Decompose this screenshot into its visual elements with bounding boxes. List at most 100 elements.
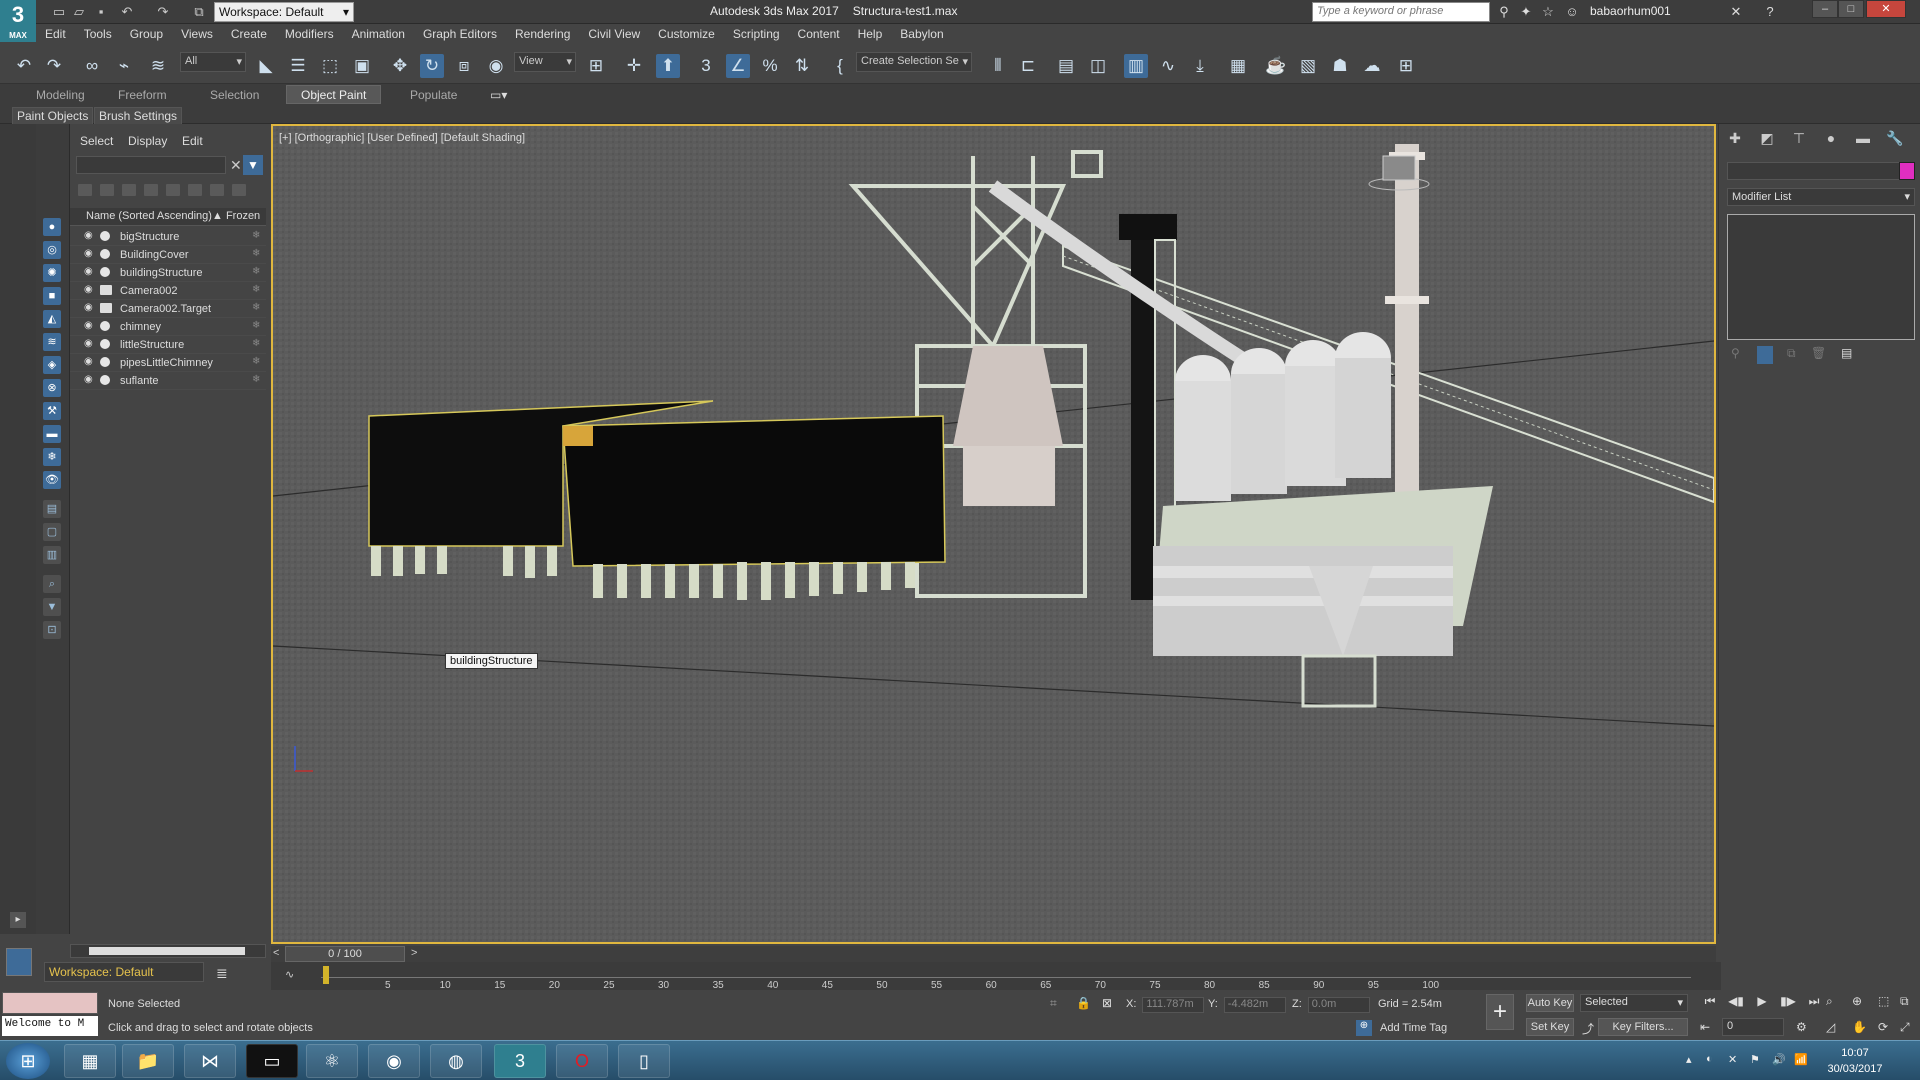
undo-icon[interactable]: ↶ [118,3,136,21]
modifier-stack[interactable] [1727,214,1915,340]
scene-menu-select[interactable]: Select [80,134,113,148]
visibility-eye-icon[interactable]: ◉ [84,248,96,260]
unlink-icon[interactable]: ⌁ [112,54,136,78]
close-window-button[interactable]: ✕ [1866,0,1906,18]
filter-funnel-icon[interactable]: ▼ [243,155,263,175]
delete-icon[interactable] [210,184,224,196]
taskbar-atom-icon[interactable]: ⚛ [306,1044,358,1078]
show-end-result-icon[interactable] [1757,346,1773,364]
render-setup-icon[interactable]: ☕ [1264,54,1288,78]
geometry-object-icon[interactable] [100,375,110,385]
exchange-apps-icon[interactable]: ✕ [1726,3,1746,21]
visibility-eye-icon[interactable]: ◉ [84,320,96,332]
menu-scripting[interactable]: Scripting [724,24,789,44]
sync-selection-icon[interactable]: ⌕ [43,575,61,593]
tray-expand-icon[interactable]: ▴ [1686,1053,1692,1066]
maxscript-mini-listener[interactable] [2,992,98,1014]
mirror-icon[interactable]: ⫴ [986,54,1010,78]
snaps-toggle-icon[interactable]: 3 [694,54,718,78]
geometry-object-icon[interactable] [100,357,110,367]
toggle-ribbon-icon[interactable]: ▥ [1124,54,1148,78]
create-tab-icon[interactable]: ✚ [1725,130,1745,148]
scene-menu-display[interactable]: Display [128,134,167,148]
brush-settings-button[interactable]: Brush Settings [94,107,183,125]
help-search-input[interactable]: Type a keyword or phrase [1312,2,1490,22]
curve-editor-mini-icon[interactable]: ∿ [285,968,294,981]
add-to-layer-icon[interactable] [144,184,158,196]
help-icon[interactable]: ? [1760,3,1780,21]
visibility-eye-icon[interactable]: ◉ [84,284,96,296]
save-icon[interactable]: ▪ [92,3,110,21]
zoom-extents-icon[interactable]: ⬚ [1878,994,1889,1008]
display-none-icon[interactable]: ▢ [43,523,61,541]
move-icon[interactable]: ✥ [388,54,412,78]
display-groups-icon[interactable]: ◈ [43,356,61,374]
absolute-mode-icon[interactable]: ⊠ [1102,996,1112,1010]
scene-object-row[interactable]: ◉ Camera002 ❄ [70,282,266,300]
taskbar-terminal-icon[interactable]: ▭ [246,1044,298,1078]
taskbar-file-explorer-icon[interactable]: 📁 [122,1044,174,1078]
go-to-end-icon[interactable]: ⏭ [1804,994,1824,1012]
visibility-eye-icon[interactable]: ◉ [84,356,96,368]
isolate-selection-icon[interactable]: ⌗ [1050,996,1057,1011]
move-down-icon[interactable] [188,184,202,196]
scene-menu-edit[interactable]: Edit [182,134,203,148]
align-icon[interactable]: ⊏ [1016,54,1040,78]
display-xrefs-icon[interactable]: ⊗ [43,379,61,397]
welcome-listener-line[interactable]: Welcome to M [2,1016,98,1036]
time-slider-thumb[interactable]: 0 / 100 [285,946,405,962]
binoculars-icon[interactable]: ⚲ [1494,3,1514,21]
motion-tab-icon[interactable]: ● [1821,130,1841,148]
tab-selection[interactable]: Selection [210,88,259,102]
link-icon[interactable]: ∞ [80,54,104,78]
scene-object-row[interactable]: ◉ pipesLittleChimney ❄ [70,354,266,372]
play-icon[interactable]: ▶ [1752,994,1772,1012]
taskbar-chrome-icon[interactable]: ◉ [368,1044,420,1078]
display-cameras-icon[interactable]: ■ [43,287,61,305]
display-geometry-icon[interactable]: ● [43,218,61,236]
scene-object-row[interactable]: ◉ chimney ❄ [70,318,266,336]
material-editor-icon[interactable]: ▦ [1226,54,1250,78]
new-file-icon[interactable]: ▭ [50,3,68,21]
angle-snap-icon[interactable]: ∠ [726,54,750,78]
make-unique-icon[interactable]: ⧉ [1787,346,1796,361]
menu-modifiers[interactable]: Modifiers [276,24,343,44]
scene-object-row[interactable]: ◉ littleStructure ❄ [70,336,266,354]
pin-stack-icon[interactable]: ⚲ [1731,346,1740,360]
edit-named-selection-icon[interactable]: { [828,54,852,78]
menu-create[interactable]: Create [222,24,276,44]
previous-frame-icon[interactable]: ◀▮ [1726,994,1746,1012]
display-frozen-icon[interactable]: ❄ [43,448,61,466]
display-all-icon[interactable]: ▤ [43,500,61,518]
bind-space-warp-icon[interactable]: ≋ [146,54,170,78]
selection-lock-icon[interactable]: 🔒 [1076,996,1091,1010]
selection-filter-dropdown[interactable]: All [180,52,246,72]
tab-modeling[interactable]: Modeling [36,88,85,102]
furnace-body[interactable] [953,346,1063,506]
visibility-eye-icon[interactable]: ◉ [84,266,96,278]
remove-modifier-icon[interactable]: 🗑 [1811,346,1826,360]
layer-collapse-icon[interactable] [100,184,114,196]
communication-center-icon[interactable]: ✦ [1516,3,1536,21]
tray-network-icon[interactable]: 📶 [1794,1053,1808,1066]
zoom-all-icon[interactable]: ⊕ [1852,994,1862,1008]
rectangle-selection-icon[interactable]: ⬚ [318,54,342,78]
display-tab-icon[interactable]: ▬ [1853,130,1873,148]
scene-object-row[interactable]: ◉ BuildingCover ❄ [70,246,266,264]
window-crossing-icon[interactable]: ▣ [350,54,374,78]
reference-coordinate-dropdown[interactable]: View [514,52,576,72]
layers-icon[interactable]: ≣ [216,965,228,982]
layer-manager-icon[interactable] [232,184,246,196]
zoom-icon[interactable]: ⌕ [1826,994,1833,1009]
time-cursor[interactable] [323,966,329,984]
find-icon[interactable]: ⊡ [43,621,61,639]
geometry-object-icon[interactable] [100,321,110,331]
scene-object-row[interactable]: ◉ buildingStructure ❄ [70,264,266,282]
display-helpers-icon[interactable]: ◭ [43,310,61,328]
render-production-icon[interactable]: ☗ [1328,54,1352,78]
named-selection-set-dropdown[interactable]: Create Selection Se [856,52,972,72]
freeze-toggle-icon[interactable]: ❄ [252,320,260,331]
display-hidden-icon[interactable]: 👁 [43,471,61,489]
hierarchy-tab-icon[interactable]: ⊤ [1789,130,1809,148]
geometry-object-icon[interactable] [100,249,110,259]
